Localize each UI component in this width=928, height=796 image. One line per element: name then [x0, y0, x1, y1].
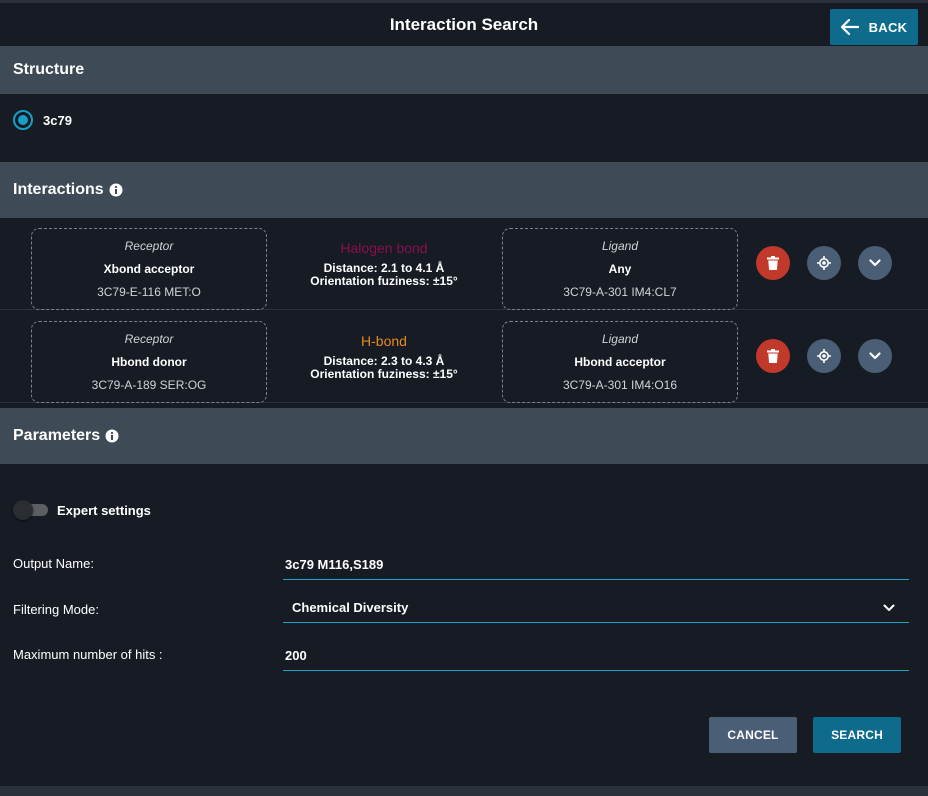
ligand-box[interactable]: Ligand Hbond acceptor 3C79-A-301 IM4:O16 [502, 321, 738, 403]
back-button-label: BACK [868, 19, 908, 35]
top-bar: Interaction Search [0, 0, 928, 46]
receptor-atom: 3C79-E-116 MET:O [97, 285, 201, 299]
interaction-details: H-bond Distance: 2.3 to 4.3 Å Orientatio… [284, 333, 484, 381]
chevron-down-icon [869, 352, 881, 360]
filtering-mode-label: Filtering Mode: [13, 602, 99, 617]
ligand-atom: 3C79-A-301 IM4:O16 [562, 378, 678, 392]
filtering-mode-select[interactable]: Chemical Diversity [283, 593, 909, 623]
expert-settings-toggle[interactable] [13, 500, 48, 520]
ligand-role: Ligand [601, 332, 639, 346]
interactions-heading: Interactions [13, 181, 104, 198]
toggle-knob [13, 500, 33, 520]
search-button[interactable]: SEARCH [813, 717, 901, 753]
back-button[interactable]: BACK [830, 9, 918, 45]
max-hits-value: 200 [285, 648, 307, 663]
receptor-box[interactable]: Receptor Hbond donor 3C79-A-189 SER:OG [31, 321, 267, 403]
trash-icon [767, 256, 779, 270]
interaction-type: Halogen bond [340, 240, 428, 256]
filtering-mode-value: Chemical Diversity [292, 600, 409, 615]
interaction-type: H-bond [361, 333, 407, 349]
structure-section-header: Structure [0, 46, 928, 94]
trash-icon [767, 349, 779, 363]
output-name-input[interactable]: 3c79 M116,S189 [283, 550, 909, 580]
locate-button[interactable] [807, 246, 841, 280]
structure-option-label: 3c79 [43, 112, 72, 128]
ligand-type: Hbond acceptor [574, 355, 666, 369]
output-name-value: 3c79 M116,S189 [285, 557, 384, 572]
radio-selected-dot [18, 115, 28, 125]
interaction-row: Receptor Hbond donor 3C79-A-189 SER:OG H… [0, 311, 928, 403]
receptor-atom: 3C79-A-189 SER:OG [91, 378, 207, 392]
arrow-left-icon [840, 19, 859, 35]
expert-settings-label: Expert settings [57, 502, 151, 518]
max-hits-label: Maximum number of hits : [13, 647, 163, 662]
structure-option[interactable]: 3c79 [13, 110, 72, 130]
fuzziness-text: Orientation fuziness: ±15° [310, 367, 458, 381]
locate-button[interactable] [807, 339, 841, 373]
receptor-role: Receptor [124, 239, 174, 253]
receptor-type: Hbond donor [111, 355, 187, 369]
radio-button[interactable] [13, 110, 33, 130]
expert-settings-row: Expert settings [13, 500, 151, 520]
delete-button[interactable] [756, 339, 790, 373]
info-icon[interactable] [109, 183, 123, 197]
interactions-section-header: Interactions [0, 162, 928, 218]
ligand-type: Any [608, 262, 632, 276]
ligand-atom: 3C79-A-301 IM4:CL7 [563, 285, 677, 299]
parameters-section-header: Parameters [0, 408, 928, 464]
ligand-box[interactable]: Ligand Any 3C79-A-301 IM4:CL7 [502, 228, 738, 310]
footer-bar [0, 786, 928, 796]
interaction-details: Halogen bond Distance: 2.1 to 4.1 Å Orie… [284, 240, 484, 288]
fuzziness-text: Orientation fuziness: ±15° [310, 274, 458, 288]
output-name-label: Output Name: [13, 556, 94, 571]
interaction-row: Receptor Xbond acceptor 3C79-E-116 MET:O… [0, 218, 928, 310]
structure-heading: Structure [13, 61, 85, 78]
page-title: Interaction Search [389, 15, 539, 34]
receptor-role: Receptor [124, 332, 174, 346]
expand-button[interactable] [858, 246, 892, 280]
ligand-role: Ligand [601, 239, 639, 253]
expand-button[interactable] [858, 339, 892, 373]
max-hits-input[interactable]: 200 [283, 641, 909, 671]
delete-button[interactable] [756, 246, 790, 280]
crosshair-icon [817, 349, 831, 363]
chevron-down-icon [869, 259, 881, 267]
cancel-button[interactable]: CANCEL [709, 717, 797, 753]
crosshair-icon [817, 256, 831, 270]
info-icon[interactable] [105, 429, 119, 443]
chevron-down-icon [883, 604, 895, 611]
parameters-heading: Parameters [13, 427, 101, 444]
receptor-type: Xbond acceptor [103, 262, 195, 276]
receptor-box[interactable]: Receptor Xbond acceptor 3C79-E-116 MET:O [31, 228, 267, 310]
